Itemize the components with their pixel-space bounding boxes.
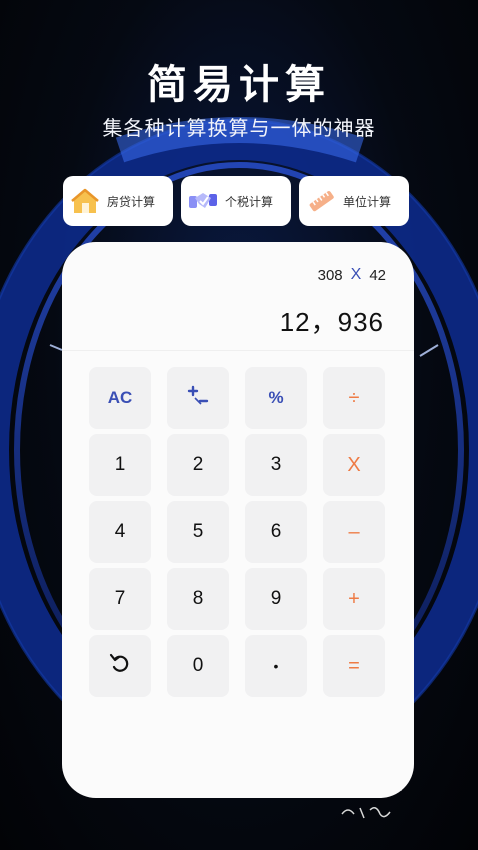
clear-button[interactable]: AC bbox=[89, 367, 151, 429]
plus-minus-icon bbox=[186, 384, 210, 413]
digit-0-button[interactable]: 0 bbox=[167, 635, 229, 697]
digit-8-button[interactable]: 8 bbox=[167, 568, 229, 630]
unit-calc-label: 单位计算 bbox=[343, 194, 392, 209]
operand-left: 308 bbox=[317, 266, 343, 284]
unit-calc-button[interactable]: 单位计算 bbox=[299, 176, 409, 226]
scribble-mark bbox=[341, 807, 391, 819]
digit-1-button[interactable]: 1 bbox=[89, 434, 151, 496]
multiply-button[interactable]: X bbox=[323, 434, 385, 496]
minus-button[interactable]: – bbox=[323, 501, 385, 563]
house-icon bbox=[69, 185, 101, 217]
tax-calc-label: 个税计算 bbox=[225, 194, 274, 209]
digit-9-button[interactable]: 9 bbox=[245, 568, 307, 630]
equals-button[interactable]: = bbox=[323, 635, 385, 697]
decimal-button[interactable]: • bbox=[245, 635, 307, 697]
tool-shortcuts: 房贷计算 个税计算 单位计算 bbox=[63, 176, 409, 226]
ruler-icon bbox=[305, 185, 337, 217]
tax-calc-button[interactable]: 个税计算 bbox=[181, 176, 291, 226]
operand-right: 42 bbox=[369, 266, 386, 284]
divide-button[interactable]: ÷ bbox=[323, 367, 385, 429]
digit-7-button[interactable]: 7 bbox=[89, 568, 151, 630]
percent-button[interactable]: % bbox=[245, 367, 307, 429]
page-title: 简易计算 bbox=[147, 62, 331, 108]
digit-4-button[interactable]: 4 bbox=[89, 501, 151, 563]
result-display: 12，936 bbox=[279, 307, 384, 337]
expression-display: 308 X 42 bbox=[318, 266, 386, 284]
calculator-panel: 308 X 42 12，936 AC % ÷ 1 2 3 X 4 5 6 – 7… bbox=[62, 242, 414, 798]
operator-symbol: X bbox=[350, 266, 362, 283]
digit-3-button[interactable]: 3 bbox=[245, 434, 307, 496]
undo-button[interactable] bbox=[89, 635, 151, 697]
plus-button[interactable]: + bbox=[323, 568, 385, 630]
mortgage-calc-button[interactable]: 房贷计算 bbox=[63, 176, 173, 226]
sign-toggle-button[interactable] bbox=[167, 367, 229, 429]
undo-icon bbox=[108, 651, 132, 681]
digit-2-button[interactable]: 2 bbox=[167, 434, 229, 496]
handshake-icon bbox=[187, 185, 219, 217]
digit-6-button[interactable]: 6 bbox=[245, 501, 307, 563]
page-subtitle: 集各种计算换算与一体的神器 bbox=[102, 116, 376, 140]
mortgage-calc-label: 房贷计算 bbox=[107, 194, 156, 209]
digit-5-button[interactable]: 5 bbox=[167, 501, 229, 563]
display-divider bbox=[62, 350, 414, 351]
